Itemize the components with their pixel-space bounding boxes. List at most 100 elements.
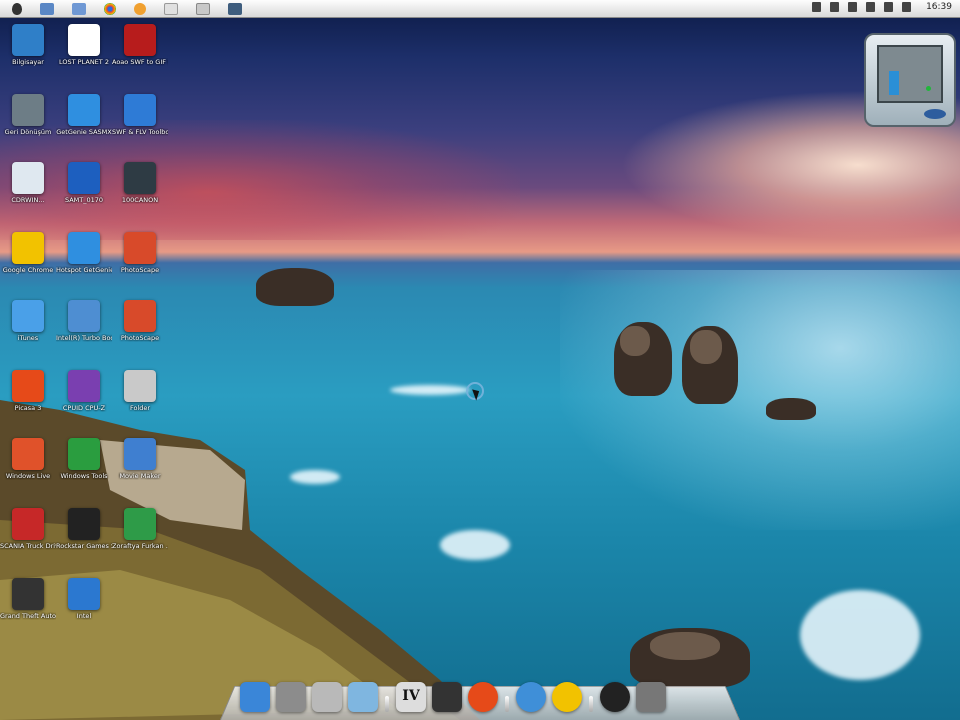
desktop-icon[interactable]: Geri Dönüşüm — [0, 94, 56, 136]
file-icon — [124, 370, 156, 402]
disc-icon — [12, 162, 44, 194]
desktop-icon[interactable]: CPUID CPU-Z — [56, 370, 112, 412]
desktop-icon[interactable]: 100CANON — [112, 162, 168, 204]
desktop-icon-label: Intel(R) Turbo Boost Tech — [56, 334, 112, 342]
desktop-icon-label: Folder — [129, 404, 151, 412]
desktop-icon[interactable]: Google Chrome — [0, 232, 56, 274]
script-icon[interactable] — [164, 2, 178, 15]
monitor-icon[interactable] — [228, 2, 242, 15]
speaker-icon[interactable] — [902, 2, 912, 12]
desktop-icon[interactable]: Hotspot GetGenie — [56, 232, 112, 274]
intel-logo-icon — [924, 109, 946, 119]
picasa-icon — [12, 370, 44, 402]
cube-icon — [68, 94, 100, 126]
desktop-icon-label: Picasa 3 — [14, 404, 42, 412]
folder-icon[interactable] — [72, 2, 86, 15]
flash-icon — [124, 24, 156, 56]
movie-maker-icon — [124, 438, 156, 470]
desktop-icon[interactable]: iTunes — [0, 300, 56, 342]
chrome-icon[interactable] — [104, 2, 116, 15]
computer-icon — [12, 24, 44, 56]
app-icon[interactable] — [134, 2, 146, 15]
desktop-icon[interactable]: Movie Maker — [112, 438, 168, 480]
desktop-icon[interactable]: Grand Theft Auto IV — [0, 578, 56, 620]
desktop-icon[interactable]: PhotoScape — [112, 300, 168, 342]
dashboard-icon[interactable] — [600, 682, 630, 712]
excel-icon — [124, 508, 156, 540]
sea-foam — [390, 385, 470, 395]
desktop-icon[interactable]: Zoraftya Furkan ... — [112, 508, 168, 550]
desktop-icon[interactable]: Windows Tools — [56, 438, 112, 480]
sea-rock-small — [766, 398, 816, 420]
desktop-icon[interactable]: SCANIA Truck Driving Sim — [0, 508, 56, 550]
desktop-icon[interactable]: CDRWIN... — [0, 162, 56, 204]
folder-dark-icon — [124, 162, 156, 194]
desktop-icon-label: Windows Live — [5, 472, 51, 480]
desktop-icon-label: SAMT_0170 — [64, 196, 104, 204]
documents-folder-icon[interactable] — [348, 682, 378, 712]
truck-icon — [12, 508, 44, 540]
desktop-icon-label: PhotoScape — [120, 266, 160, 274]
desktop-icon-label: Grand Theft Auto IV — [0, 612, 56, 620]
window-icon[interactable] — [196, 2, 210, 15]
desktop-icon-label: Google Chrome — [2, 266, 54, 274]
desktop-icon-label: CPUID CPU-Z — [62, 404, 106, 412]
picasa-icon[interactable] — [468, 682, 498, 712]
desktop-icon[interactable]: Picasa 3 — [0, 370, 56, 412]
desktop-icon[interactable]: Intel(R) Turbo Boost Tech — [56, 300, 112, 342]
gta-iv-label: IV — [402, 688, 420, 704]
desktop-icon-label: LOST PLANET 2 — [59, 58, 109, 66]
desktop-icon-label: Zoraftya Furkan ... — [112, 542, 168, 550]
itunes-icon[interactable] — [516, 682, 546, 712]
desktop-icon[interactable]: Windows Live — [0, 438, 56, 480]
desktop-icon-label: iTunes — [17, 334, 39, 342]
rock-highlight — [620, 326, 650, 356]
sea-foam — [800, 590, 920, 680]
cpu-usage-bar — [889, 71, 899, 95]
desktop-icon-label: Aoao SWF to GIF Converter — [112, 58, 168, 66]
itunes-icon — [12, 300, 44, 332]
gta-icon — [12, 578, 44, 610]
desktop-icon[interactable]: PhotoScape — [112, 232, 168, 274]
usb-icon[interactable] — [830, 2, 840, 12]
menu-clock[interactable]: 16:39 — [926, 2, 952, 12]
wifi-icon[interactable] — [884, 2, 894, 12]
rockstar-icon — [68, 508, 100, 540]
desktop-icon[interactable]: Aoao SWF to GIF Converter — [112, 24, 168, 66]
monitor-icon — [68, 300, 100, 332]
flag-icon[interactable] — [866, 2, 876, 12]
desktop-icon-label: Windows Tools — [60, 472, 108, 480]
chrome-icon[interactable] — [552, 682, 582, 712]
finder-icon[interactable] — [240, 682, 270, 712]
desktop-icon[interactable]: Folder — [112, 370, 168, 412]
apple-icon[interactable] — [12, 2, 22, 15]
chrome-icon — [12, 232, 44, 264]
cpu-meter-gadget[interactable] — [864, 33, 956, 127]
tools-icon — [68, 438, 100, 470]
box-icon — [124, 94, 156, 126]
tool-icon[interactable] — [40, 2, 54, 15]
desktop-icon[interactable]: LOST PLANET 2 — [56, 24, 112, 66]
disk-utility-icon[interactable] — [312, 682, 342, 712]
document-icon — [68, 24, 100, 56]
desktop-icon[interactable]: Intel — [56, 578, 112, 620]
volume-mute-icon[interactable] — [848, 2, 858, 12]
top-menu-bar: 16:39 — [0, 0, 960, 18]
network-icon[interactable] — [812, 2, 822, 12]
desktop-icon[interactable]: SWF & FLV Toolbox — [112, 94, 168, 136]
desktop-icon-label: Movie Maker — [119, 472, 161, 480]
dock: IV — [240, 672, 720, 712]
desktop-icon[interactable]: SAMT_0170 — [56, 162, 112, 204]
dock-separator — [588, 682, 594, 712]
desktop-icon[interactable]: Rockstar Games Soci... — [56, 508, 112, 550]
ie-icon — [68, 578, 100, 610]
film-icon[interactable] — [432, 682, 462, 712]
recycle-bin-icon — [12, 94, 44, 126]
system-preferences-icon[interactable] — [276, 682, 306, 712]
gta-iv-icon[interactable]: IV — [396, 682, 426, 712]
desktop-icon-label: Geri Dönüşüm — [4, 128, 52, 136]
desktop-icon[interactable]: GetGenie SASMX — [56, 94, 112, 136]
trash-icon[interactable] — [636, 682, 666, 712]
desktop-icon[interactable]: Bilgisayar — [0, 24, 56, 66]
desktop-icon-label: CDRWIN... — [11, 196, 45, 204]
